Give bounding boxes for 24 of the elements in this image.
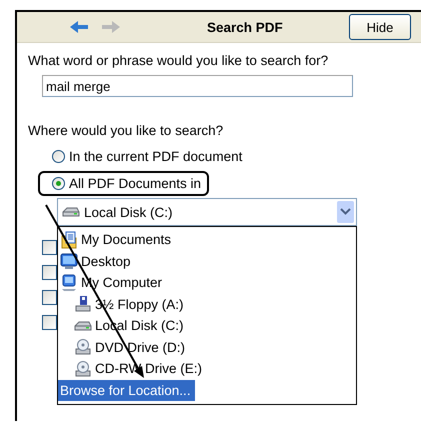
- checkbox[interactable]: [42, 290, 57, 305]
- checkbox[interactable]: [42, 240, 57, 255]
- dropdown-item[interactable]: Desktop: [58, 250, 135, 272]
- search-field[interactable]: mail merge: [42, 75, 353, 97]
- hide-button[interactable]: Hide: [349, 14, 411, 40]
- documents-icon: [60, 230, 78, 249]
- checkbox[interactable]: [42, 265, 57, 280]
- desktop-icon: [60, 252, 78, 270]
- radio-option[interactable]: All PDF Documents in: [38, 171, 210, 196]
- radio-option[interactable]: In the current PDF document: [38, 144, 250, 169]
- panel-title: Search PDF: [207, 20, 284, 34]
- dropdown-item[interactable]: DVD Drive (D:): [72, 336, 189, 358]
- computer-icon: [60, 274, 78, 292]
- dropdown-item[interactable]: Browse for Location...: [58, 380, 195, 401]
- disc-drive-icon: [74, 360, 92, 378]
- dropdown-item[interactable]: My Documents: [58, 229, 176, 250]
- location-dropdown[interactable]: Local Disk (C:): [57, 198, 357, 226]
- checkbox[interactable]: [42, 315, 57, 330]
- question-label: What word or phrase would you like to search for?: [28, 53, 328, 68]
- question-label: Where would you like to search?: [28, 123, 224, 138]
- caret-icon[interactable]: [337, 201, 354, 223]
- back-arrow-icon[interactable]: [69, 20, 89, 34]
- disc-drive-icon: [74, 338, 92, 356]
- floppy-drive-icon: [74, 295, 92, 314]
